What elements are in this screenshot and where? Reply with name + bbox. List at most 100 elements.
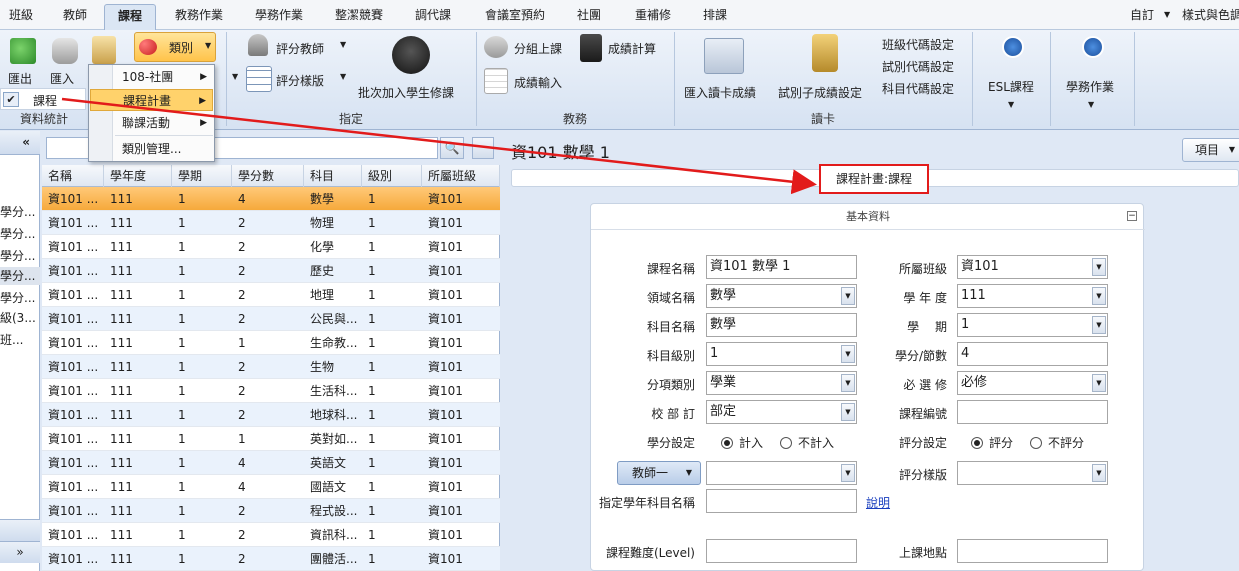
school-year-select[interactable]: 111 ▼	[957, 284, 1108, 308]
menu-bar: 班級 教師 課程 教務作業 學務作業 整潔競賽 調代課 會議室預約 社團 重補修…	[0, 0, 1239, 30]
collapse-toggle[interactable]: «	[0, 131, 40, 155]
table-row[interactable]: 資101 ... 111 1 2 地理 1 資101	[42, 283, 500, 307]
table-row[interactable]: 資101 ... 111 1 2 生活科... 1 資101	[42, 379, 500, 403]
import-card-button[interactable]: 匯入讀卡成績	[684, 84, 756, 101]
assign-teacher-button[interactable]: 評分教師	[276, 40, 324, 57]
grade-template-button[interactable]: 評分樣版	[276, 72, 324, 89]
table-row[interactable]: 資101 ... 111 1 2 物理 1 資101	[42, 211, 500, 235]
subject-level-value: 1	[710, 346, 719, 361]
class-code-button[interactable]: 班級代碼設定	[882, 36, 954, 53]
table-row[interactable]: 資101 ... 111 1 2 化學 1 資101	[42, 235, 500, 259]
column-header[interactable]: 所屬班級	[422, 165, 500, 187]
table-row[interactable]: 資101 ... 111 1 2 地球科... 1 資101	[42, 403, 500, 427]
list-item[interactable]: 學分...	[0, 203, 40, 221]
score-calc-button[interactable]: 成績計算	[608, 40, 656, 57]
list-item[interactable]: 學分...	[0, 225, 40, 243]
difficulty-field[interactable]	[706, 539, 857, 563]
table-row[interactable]: 資101 ... 111 1 4 數學 1 資101	[42, 187, 500, 211]
exam-code-button[interactable]: 試別代碼設定	[882, 58, 954, 75]
table-row[interactable]: 資101 ... 111 1 2 歷史 1 資101	[42, 259, 500, 283]
subject-code-button[interactable]: 科目代碼設定	[882, 80, 954, 97]
teacher-select[interactable]: ▼	[706, 461, 857, 485]
esl-course-button[interactable]: ESL課程	[988, 78, 1034, 95]
table-row[interactable]: 資101 ... 111 1 1 生命教... 1 資101	[42, 331, 500, 355]
table-row[interactable]: 資101 ... 111 1 2 公民與... 1 資101	[42, 307, 500, 331]
collapse-icon[interactable]: −	[1127, 211, 1137, 221]
import-button[interactable]: 匯入	[50, 70, 74, 87]
score-input-button[interactable]: 成績輸入	[514, 74, 562, 91]
table-row[interactable]: 資101 ... 111 1 2 生物 1 資101	[42, 355, 500, 379]
dropdown-item-108-club[interactable]: 108-社團 ▶	[90, 66, 213, 88]
column-header[interactable]: 級別	[362, 165, 422, 187]
table-row[interactable]: 資101 ... 111 1 1 英對如... 1 資101	[42, 427, 500, 451]
list-item[interactable]: 學分...	[0, 267, 40, 285]
subject-field[interactable]: 數學	[706, 313, 857, 337]
chevron-down-icon: ▼	[340, 40, 347, 49]
tab-substitute[interactable]: 調代課	[404, 4, 462, 30]
tab-club[interactable]: 社團	[566, 4, 612, 30]
credit-no-count-radio[interactable]	[780, 437, 792, 449]
teacher-one-button[interactable]: 教師一 ▼	[617, 461, 701, 485]
style-menu[interactable]: 樣式與色調	[1182, 4, 1239, 26]
explain-link[interactable]: 說明	[866, 494, 890, 511]
grade-radio[interactable]	[971, 437, 983, 449]
tab-course[interactable]: 課程	[104, 4, 156, 30]
table-row[interactable]: 資101 ... 111 1 2 程式設... 1 資101	[42, 499, 500, 523]
course-checked-item[interactable]: ✔ 課程	[0, 88, 86, 110]
tab-class[interactable]: 班級	[2, 4, 40, 30]
search-clear-button[interactable]	[472, 137, 494, 159]
tab-teacher[interactable]: 教師	[52, 4, 98, 30]
list-item[interactable]: 班...	[0, 331, 40, 349]
custom-menu[interactable]: 自訂	[1130, 4, 1154, 26]
dropdown-item-course-plan[interactable]: 課程計畫 ▶	[90, 89, 213, 111]
table-row[interactable]: 資101 ... 111 1 4 英語文 1 資101	[42, 451, 500, 475]
category-button[interactable]: 類別 ▼	[134, 32, 216, 62]
column-header[interactable]: 科目	[304, 165, 362, 187]
domain-select[interactable]: 數學 ▼	[706, 284, 857, 308]
tab-remedial[interactable]: 重補修	[624, 4, 682, 30]
required-by-select[interactable]: 部定 ▼	[706, 400, 857, 424]
subject-level-select[interactable]: 1 ▼	[706, 342, 857, 366]
tab-scheduling[interactable]: 排課	[692, 4, 738, 30]
class-select[interactable]: 資101 ▼	[957, 255, 1108, 279]
table-row[interactable]: 資101 ... 111 1 4 國語文 1 資101	[42, 475, 500, 499]
table-row[interactable]: 資101 ... 111 1 2 團體活... 1 資101	[42, 547, 500, 571]
required-select[interactable]: 必修 ▼	[957, 371, 1108, 395]
column-header[interactable]: 學年度	[104, 165, 172, 187]
list-item[interactable]: 學分...	[0, 289, 40, 307]
batch-join-button[interactable]: 批次加入學生修課	[358, 84, 454, 101]
dropdown-item-activities[interactable]: 聯課活動 ▶	[90, 112, 213, 134]
expand-toggle[interactable]: »	[0, 541, 40, 563]
list-item[interactable]: 學分...	[0, 247, 40, 265]
search-icon[interactable]: 🔍	[440, 137, 464, 159]
grade-template-select[interactable]: ▼	[957, 461, 1108, 485]
tab-room-booking[interactable]: 會議室預約	[474, 4, 556, 30]
chevron-down-icon[interactable]: ▼	[1164, 4, 1170, 26]
credits-field[interactable]: 4	[957, 342, 1108, 366]
student-affairs-button[interactable]: 學務作業	[1066, 78, 1114, 95]
location-field[interactable]	[957, 539, 1108, 563]
course-name-field[interactable]: 資101 數學 1	[706, 255, 857, 279]
export-button[interactable]: 匯出	[8, 70, 32, 87]
course-code-field[interactable]	[957, 400, 1108, 424]
column-header[interactable]: 學分數	[232, 165, 304, 187]
column-header[interactable]: 學期	[172, 165, 232, 187]
table-cell: 資訊科...	[310, 528, 358, 542]
table-cell: 111	[110, 456, 133, 470]
no-grade-radio[interactable]	[1030, 437, 1042, 449]
list-item[interactable]: 級(3...	[0, 309, 40, 327]
tab-student-affairs[interactable]: 學務作業	[244, 4, 314, 30]
items-button[interactable]: 項目 ▼	[1182, 138, 1239, 162]
category-select[interactable]: 學業 ▼	[706, 371, 857, 395]
column-header[interactable]: 名稱	[42, 165, 104, 187]
table-cell: 111	[110, 360, 133, 374]
semester-select[interactable]: 1 ▼	[957, 313, 1108, 337]
tab-academic[interactable]: 教務作業	[164, 4, 234, 30]
dropdown-item-category-manage[interactable]: 類別管理...	[90, 138, 213, 160]
group-class-button[interactable]: 分組上課	[514, 40, 562, 57]
year-subject-name-field[interactable]	[706, 489, 857, 513]
credit-count-radio[interactable]	[721, 437, 733, 449]
table-row[interactable]: 資101 ... 111 1 2 資訊科... 1 資101	[42, 523, 500, 547]
exam-sub-score-button[interactable]: 試別子成績設定	[778, 84, 862, 101]
tab-cleanliness[interactable]: 整潔競賽	[324, 4, 394, 30]
